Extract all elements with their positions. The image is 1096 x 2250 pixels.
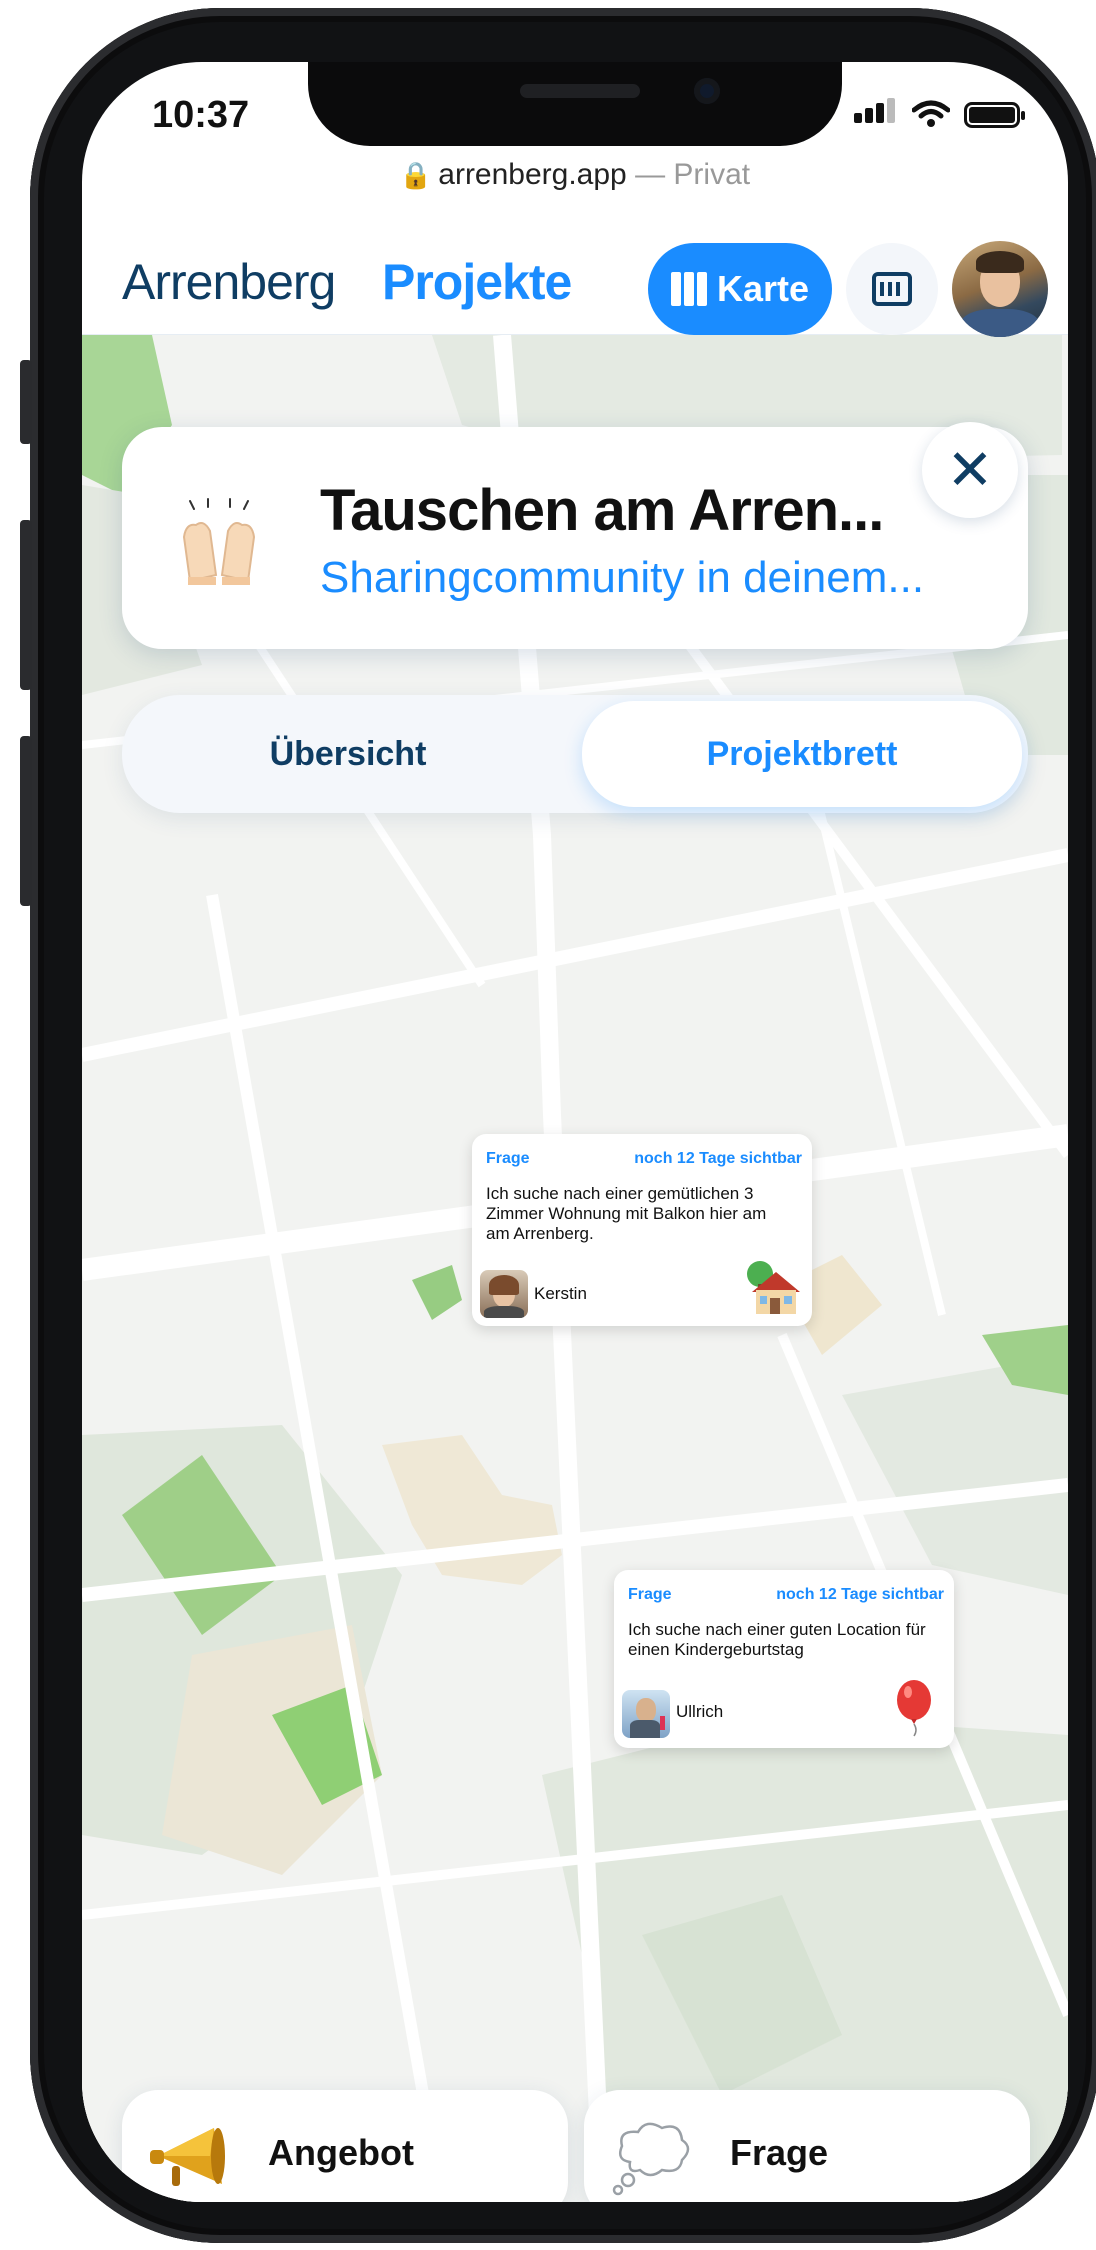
close-button[interactable]: ✕ (922, 422, 1018, 518)
post-text: Ich suche nach einer gemütlichen 3 Zimme… (486, 1184, 767, 1243)
calendar-icon (872, 272, 912, 306)
wifi-icon (912, 100, 950, 127)
post-visibility: noch 12 Tage sichtbar (634, 1150, 802, 1167)
signal-icon (854, 98, 898, 128)
volume-down-button (20, 736, 32, 906)
house-icon (747, 1261, 800, 1314)
offer-label: Angebot (268, 2132, 414, 2173)
map-icon (670, 272, 707, 306)
post-author: Ullrich (676, 1702, 724, 1721)
front-camera (694, 78, 720, 104)
nav-projekte[interactable]: Projekte (382, 253, 572, 311)
project-title: Tauschen am Arren... (320, 478, 884, 543)
calendar-button[interactable] (846, 243, 938, 335)
battery-icon (964, 102, 1025, 128)
raising-hands-icon (182, 498, 256, 585)
post-type: Frage (628, 1586, 672, 1603)
url-bar[interactable]: 🔒 arrenberg.app — Privat (82, 158, 1068, 192)
author-avatar (622, 1690, 670, 1738)
megaphone-icon (150, 2128, 225, 2186)
mute-switch (20, 360, 32, 444)
question-label: Frage (730, 2132, 829, 2173)
close-icon: ✕ (946, 438, 994, 501)
map-post-card[interactable]: Frage noch 12 Tage sichtbar Ich suche na… (472, 1134, 812, 1326)
question-button[interactable]: Frage (584, 2090, 1030, 2202)
post-text: Ich suche nach einer guten Location für … (628, 1620, 926, 1659)
map-post-card[interactable]: Frage noch 12 Tage sichtbar Ich suche na… (614, 1570, 954, 1748)
volume-up-button (20, 520, 32, 690)
tab-uebersicht[interactable]: Übersicht (128, 701, 568, 807)
map-view-label: Karte (716, 268, 810, 309)
map-view-button[interactable]: Karte (648, 243, 832, 335)
balloon-icon (897, 1680, 931, 1737)
user-avatar[interactable] (952, 241, 1048, 337)
screen: 10:37 🔒 arrenberg.app — Privat Arrenberg… (82, 62, 1068, 2202)
browsing-mode: Privat (673, 158, 751, 191)
lock-icon: 🔒 (399, 160, 433, 190)
brand-logo[interactable]: Arrenberg (122, 253, 336, 311)
speaker (520, 84, 640, 98)
offer-button[interactable]: Angebot (122, 2090, 568, 2202)
project-card[interactable]: Tauschen am Arren... Sharingcommunity in… (122, 427, 1028, 649)
project-subtitle: Sharingcommunity in deinem... (320, 553, 925, 602)
thought-bubble-icon (612, 2122, 690, 2196)
notch (308, 62, 842, 146)
view-tabs: Übersicht Projektbrett (122, 695, 1028, 813)
url-separator: — (626, 158, 674, 191)
app-header: Arrenberg Projekte Karte (82, 217, 1068, 337)
post-author: Kerstin (534, 1284, 587, 1303)
url-domain: arrenberg.app (438, 158, 627, 191)
status-time: 10:37 (152, 94, 250, 136)
tab-projektbrett[interactable]: Projektbrett (582, 701, 1022, 807)
author-avatar (480, 1270, 528, 1318)
post-visibility: noch 12 Tage sichtbar (776, 1586, 944, 1603)
post-type: Frage (486, 1150, 530, 1167)
status-icons (854, 98, 1025, 128)
